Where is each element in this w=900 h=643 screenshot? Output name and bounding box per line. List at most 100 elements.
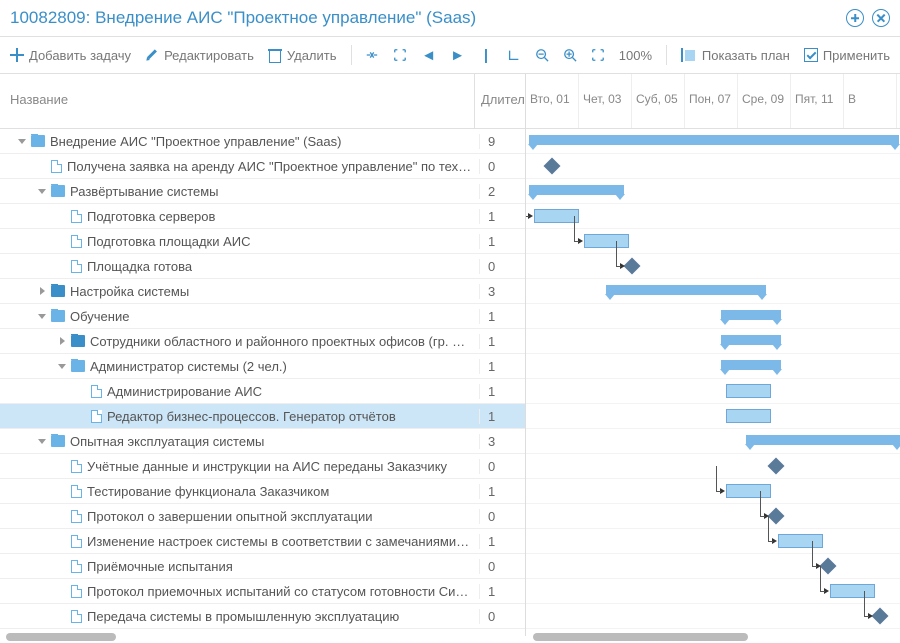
task-name: Сотрудники областного и районного проект… xyxy=(90,334,465,349)
table-row[interactable]: Площадка готова0 xyxy=(0,254,525,279)
apply-button[interactable]: Применить xyxy=(804,48,890,63)
task-duration: 1 xyxy=(479,584,525,599)
milestone[interactable] xyxy=(768,508,785,525)
h-scrollbar-right[interactable] xyxy=(533,633,748,641)
show-plan-button[interactable]: Показать план xyxy=(681,48,790,63)
task-tree[interactable]: Внедрение АИС "Проектное управление" (Sa… xyxy=(0,129,525,636)
gantt-row xyxy=(526,404,900,429)
chevron-down-icon[interactable] xyxy=(36,310,48,322)
timeline-day: Сре, 09 xyxy=(738,74,791,128)
milestone[interactable] xyxy=(768,458,785,475)
task-name: Развёртывание системы xyxy=(70,184,219,199)
toolbar: Добавить задачу Редактировать Удалить ◄ … xyxy=(0,37,900,74)
table-row[interactable]: Обучение1 xyxy=(0,304,525,329)
gantt-row xyxy=(526,204,900,229)
task-duration: 0 xyxy=(479,559,525,574)
table-row[interactable]: Подготовка площадки АИС1 xyxy=(0,229,525,254)
summary-bar[interactable] xyxy=(721,360,781,370)
summary-bar[interactable] xyxy=(721,310,781,320)
add-icon[interactable] xyxy=(846,9,864,27)
table-row[interactable]: Опытная эксплуатация системы3 xyxy=(0,429,525,454)
zoom-fit-icon[interactable] xyxy=(591,47,605,63)
outdent-icon[interactable] xyxy=(507,47,521,63)
column-name-header[interactable]: Название xyxy=(0,74,475,128)
summary-bar[interactable] xyxy=(529,185,624,195)
folder-icon xyxy=(51,435,65,447)
expand-icon[interactable] xyxy=(393,47,407,63)
arrow-left-icon[interactable]: ◄ xyxy=(421,47,436,64)
gantt-row xyxy=(526,479,900,504)
gantt-row xyxy=(526,579,900,604)
milestone[interactable] xyxy=(872,608,889,625)
table-row[interactable]: Тестирование функционала Заказчиком1 xyxy=(0,479,525,504)
milestone[interactable] xyxy=(820,558,837,575)
task-bar[interactable] xyxy=(584,234,629,248)
table-row[interactable]: Настройка системы3 xyxy=(0,279,525,304)
task-duration: 0 xyxy=(479,259,525,274)
task-bar[interactable] xyxy=(778,534,823,548)
table-row[interactable]: Редактор бизнес-процессов. Генератор отч… xyxy=(0,404,525,429)
summary-bar[interactable] xyxy=(529,135,899,145)
table-row[interactable]: Сотрудники областного и районного проект… xyxy=(0,329,525,354)
table-row[interactable]: Протокол о завершении опытной эксплуатац… xyxy=(0,504,525,529)
task-duration: 0 xyxy=(479,459,525,474)
separator xyxy=(351,45,352,65)
chevron-down-icon[interactable] xyxy=(56,360,68,372)
folder-icon xyxy=(51,185,65,197)
collapse-icon[interactable] xyxy=(365,47,379,63)
table-row[interactable]: Передача системы в промышленную эксплуат… xyxy=(0,604,525,629)
zoom-in-icon[interactable] xyxy=(563,47,577,63)
column-duration-header[interactable]: Длител xyxy=(475,74,525,128)
milestone[interactable] xyxy=(544,158,561,175)
divider-icon[interactable]: | xyxy=(479,47,493,64)
table-row[interactable]: Изменение настроек системы в соответстви… xyxy=(0,529,525,554)
task-bar[interactable] xyxy=(726,384,771,398)
table-row[interactable]: Получена заявка на аренду АИС "Проектное… xyxy=(0,154,525,179)
task-bar[interactable] xyxy=(726,409,771,423)
gantt-row xyxy=(526,229,900,254)
task-name: Обучение xyxy=(70,309,129,324)
timeline-day: Вто, 01 xyxy=(526,74,579,128)
chevron-right-icon[interactable] xyxy=(36,285,48,297)
table-row[interactable]: Подготовка серверов1 xyxy=(0,204,525,229)
gantt-panel: Вто, 01Чет, 03Суб, 05Пон, 07Сре, 09Пят, … xyxy=(526,74,900,636)
gantt-row xyxy=(526,429,900,454)
gantt-row xyxy=(526,529,900,554)
close-icon[interactable] xyxy=(872,9,890,27)
table-row[interactable]: Учётные данные и инструкции на АИС перед… xyxy=(0,454,525,479)
chevron-right-icon[interactable] xyxy=(56,335,68,347)
document-icon xyxy=(91,385,102,398)
zoom-out-icon[interactable] xyxy=(535,47,549,63)
delete-button[interactable]: Удалить xyxy=(268,48,337,63)
table-row[interactable]: Администрирование АИС1 xyxy=(0,379,525,404)
timeline-day: Суб, 05 xyxy=(632,74,685,128)
gantt-row xyxy=(526,379,900,404)
task-bar[interactable] xyxy=(726,484,771,498)
task-duration: 3 xyxy=(479,284,525,299)
add-task-button[interactable]: Добавить задачу xyxy=(10,48,131,63)
table-row[interactable]: Протокол приемочных испытаний со статусо… xyxy=(0,579,525,604)
h-scrollbar-left[interactable] xyxy=(6,633,116,641)
task-name: Протокол приемочных испытаний со статусо… xyxy=(87,584,468,599)
gantt-row xyxy=(526,179,900,204)
edit-button[interactable]: Редактировать xyxy=(145,48,254,63)
chevron-down-icon[interactable] xyxy=(16,135,28,147)
summary-bar[interactable] xyxy=(606,285,766,295)
gantt-row xyxy=(526,304,900,329)
table-row[interactable]: Внедрение АИС "Проектное управление" (Sa… xyxy=(0,129,525,154)
chevron-down-icon[interactable] xyxy=(36,185,48,197)
gantt-chart[interactable] xyxy=(526,129,900,629)
task-bar[interactable] xyxy=(830,584,875,598)
task-bar[interactable] xyxy=(534,209,579,223)
milestone[interactable] xyxy=(624,258,641,275)
table-row[interactable]: Развёртывание системы2 xyxy=(0,179,525,204)
summary-bar[interactable] xyxy=(721,335,781,345)
table-row[interactable]: Администратор системы (2 чел.)1 xyxy=(0,354,525,379)
separator xyxy=(666,45,667,65)
chevron-down-icon[interactable] xyxy=(36,435,48,447)
folder-icon xyxy=(51,310,65,322)
summary-bar[interactable] xyxy=(746,435,900,445)
gantt-row xyxy=(526,504,900,529)
table-row[interactable]: Приёмочные испытания0 xyxy=(0,554,525,579)
arrow-right-icon[interactable]: ► xyxy=(450,47,465,64)
